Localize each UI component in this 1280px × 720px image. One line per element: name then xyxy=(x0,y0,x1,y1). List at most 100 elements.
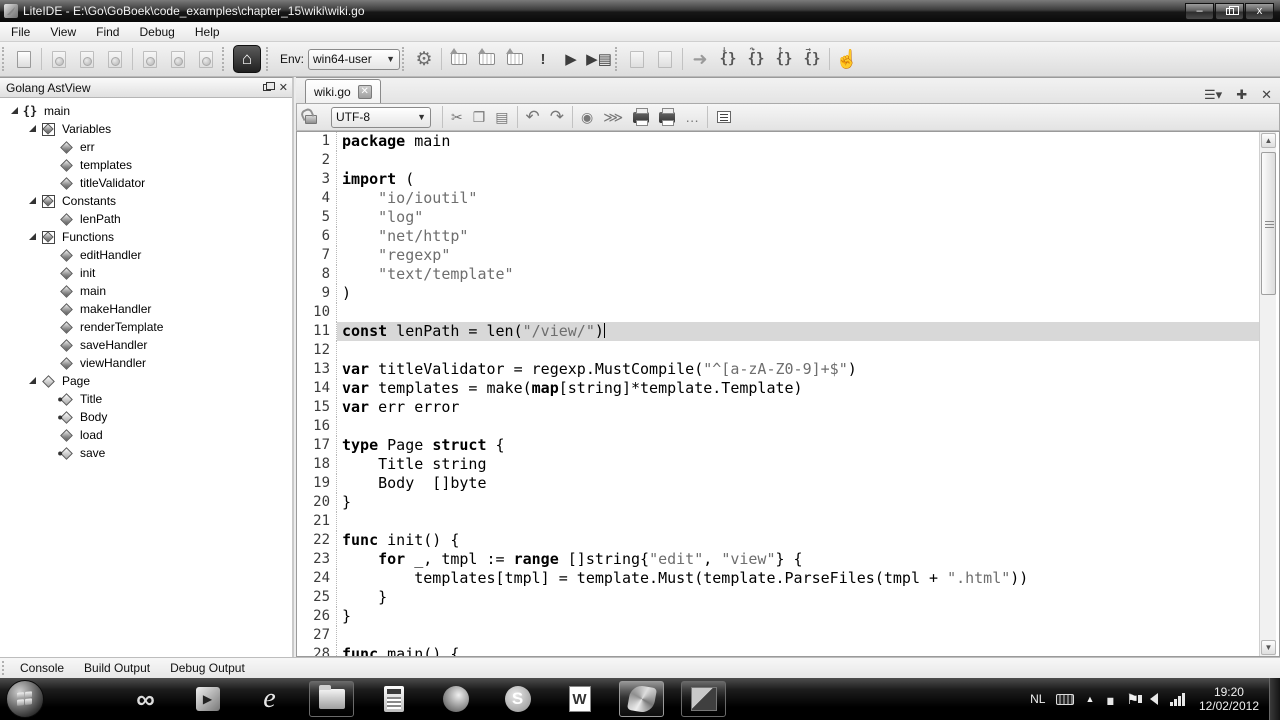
code-line-2[interactable]: 2 xyxy=(297,151,1259,170)
export-icon[interactable]: ⋙ xyxy=(603,109,623,126)
tree-item-init[interactable]: init xyxy=(0,264,292,282)
unlock-icon[interactable] xyxy=(305,115,317,124)
build-button[interactable] xyxy=(446,46,472,72)
code-line-14[interactable]: 14var templates = make(map[string]*templ… xyxy=(297,379,1259,398)
new-file-button[interactable] xyxy=(11,46,37,72)
copy-icon[interactable]: ❐ xyxy=(473,109,486,126)
tab-close-icon[interactable]: ✕ xyxy=(358,85,372,99)
toolbar-grip[interactable] xyxy=(2,47,8,71)
taskbar-windows-explorer-app[interactable] xyxy=(309,681,354,717)
install-button[interactable] xyxy=(502,46,528,72)
tree-item-lenpath[interactable]: lenPath xyxy=(0,210,292,228)
paste-icon[interactable]: ▤ xyxy=(495,109,508,126)
print-icon[interactable] xyxy=(633,112,649,123)
tree-item-titlevalidator[interactable]: titleValidator xyxy=(0,174,292,192)
tree-item-edithandler[interactable]: editHandler xyxy=(0,246,292,264)
tab-wiki-go[interactable]: wiki.go ✕ xyxy=(305,79,381,103)
tree-item-templates[interactable]: templates xyxy=(0,156,292,174)
split-editor-icon[interactable]: ✚ xyxy=(1236,87,1247,103)
vertical-scrollbar[interactable]: ▲ ▼ xyxy=(1259,132,1276,656)
tree-item-viewhandler[interactable]: viewHandler xyxy=(0,354,292,372)
redo-icon[interactable]: ↷ xyxy=(550,107,564,127)
taskbar-skype-app[interactable]: S xyxy=(495,681,540,717)
tree-item-functions[interactable]: Functions xyxy=(0,228,292,246)
step-over-button[interactable]: ↷{} xyxy=(743,46,769,72)
runto-line-button[interactable]: →{} xyxy=(799,46,825,72)
import-doc-button[interactable] xyxy=(624,46,650,72)
code-line-19[interactable]: 19 Body []byte xyxy=(297,474,1259,493)
run-file-button[interactable]: ▶▤ xyxy=(586,46,612,72)
code-line-13[interactable]: 13var titleValidator = regexp.MustCompil… xyxy=(297,360,1259,379)
more-ellipsis-icon[interactable]: … xyxy=(685,109,699,125)
code-line-17[interactable]: 17type Page struct { xyxy=(297,436,1259,455)
code-line-18[interactable]: 18 Title string xyxy=(297,455,1259,474)
code-line-15[interactable]: 15var err error xyxy=(297,398,1259,417)
encoding-select[interactable]: UTF-8 ▼ xyxy=(331,107,431,128)
taskbar-globe-app[interactable] xyxy=(61,681,106,717)
continue-button[interactable]: ➜ xyxy=(687,46,713,72)
stop-button[interactable]: ☝ xyxy=(834,46,860,72)
clear-doc-button[interactable] xyxy=(652,46,678,72)
taskbar-firefox-app[interactable] xyxy=(433,681,478,717)
close-editor-icon[interactable]: ✕ xyxy=(1261,87,1272,103)
expanded-triangle-icon[interactable] xyxy=(29,197,36,204)
taskbar-movie-maker-app[interactable] xyxy=(681,681,726,717)
expanded-triangle-icon[interactable] xyxy=(11,107,18,114)
menu-find[interactable]: Find xyxy=(87,23,128,41)
taskbar-word-app[interactable]: W xyxy=(557,681,602,717)
tree-item-save[interactable]: save xyxy=(0,444,292,462)
volume-icon[interactable] xyxy=(1150,693,1158,705)
window-titlebar[interactable]: LiteIDE - E:\Go\GoBoek\code_examples\cha… xyxy=(0,0,1280,22)
close-button[interactable]: x xyxy=(1245,3,1274,20)
tree-item-load[interactable]: load xyxy=(0,426,292,444)
step-out-button[interactable]: ↑{} xyxy=(771,46,797,72)
start-button[interactable] xyxy=(6,680,44,718)
language-indicator[interactable]: NL xyxy=(1030,692,1045,706)
taskbar-internet-explorer-app[interactable]: e xyxy=(247,681,292,717)
menu-help[interactable]: Help xyxy=(186,23,229,41)
code-line-12[interactable]: 12 xyxy=(297,341,1259,360)
clock[interactable]: 19:20 12/02/2012 xyxy=(1199,685,1259,713)
tree-item-main[interactable]: main xyxy=(0,282,292,300)
env-select[interactable]: win64-user ▼ xyxy=(308,49,400,70)
code-line-4[interactable]: 4 "io/ioutil" xyxy=(297,189,1259,208)
record-icon[interactable]: ◉ xyxy=(581,109,593,126)
taskbar-camtasia-app[interactable]: ∞ xyxy=(123,681,168,717)
code-line-20[interactable]: 20} xyxy=(297,493,1259,512)
restore-button[interactable] xyxy=(1215,3,1244,20)
toolbar-grip[interactable] xyxy=(402,47,408,71)
save-all-button[interactable] xyxy=(102,46,128,72)
code-line-3[interactable]: 3import ( xyxy=(297,170,1259,189)
tree-item-page[interactable]: Page xyxy=(0,372,292,390)
close-panel-icon[interactable]: ✕ xyxy=(279,81,288,94)
print-preview-icon[interactable] xyxy=(659,112,675,123)
code-line-25[interactable]: 25 } xyxy=(297,588,1259,607)
code-lines[interactable]: 1package main23import (4 "io/ioutil"5 "l… xyxy=(297,132,1259,656)
code-line-21[interactable]: 21 xyxy=(297,512,1259,531)
float-panel-icon[interactable] xyxy=(263,84,271,91)
tree-item-body[interactable]: Body xyxy=(0,408,292,426)
minimize-button[interactable]: – xyxy=(1185,3,1214,20)
tree-item-rendertemplate[interactable]: renderTemplate xyxy=(0,318,292,336)
expanded-triangle-icon[interactable] xyxy=(29,377,36,384)
rebuild-button[interactable] xyxy=(474,46,500,72)
scroll-up-icon[interactable]: ▲ xyxy=(1261,133,1276,148)
code-line-1[interactable]: 1package main xyxy=(297,132,1259,151)
toolbar-grip[interactable] xyxy=(615,47,621,71)
tree-item-main[interactable]: {}main xyxy=(0,102,292,120)
tree-item-constants[interactable]: Constants xyxy=(0,192,292,210)
code-line-27[interactable]: 27 xyxy=(297,626,1259,645)
code-line-10[interactable]: 10 xyxy=(297,303,1259,322)
menu-debug[interactable]: Debug xyxy=(130,23,183,41)
open-folder-button[interactable] xyxy=(137,46,163,72)
code-line-9[interactable]: 9) xyxy=(297,284,1259,303)
taskbar-calculator-app[interactable] xyxy=(371,681,416,717)
taskbar-liteide-app[interactable] xyxy=(619,681,664,717)
code-line-5[interactable]: 5 "log" xyxy=(297,208,1259,227)
output-tab-build-output[interactable]: Build Output xyxy=(84,661,150,675)
toolbar-grip[interactable] xyxy=(266,47,272,71)
settings-gear-button[interactable]: ⚙ xyxy=(411,46,437,72)
code-line-23[interactable]: 23 for _, tmpl := range []string{"edit",… xyxy=(297,550,1259,569)
taskbar-media-player-app[interactable]: ▶ xyxy=(185,681,230,717)
expanded-triangle-icon[interactable] xyxy=(29,233,36,240)
